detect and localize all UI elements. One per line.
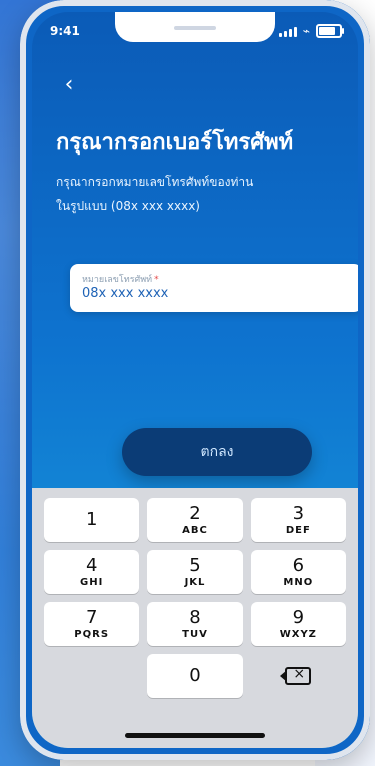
subtitle-line-1: กรุณากรอกหมายเลขโทรศัพท์ของท่าน [56, 175, 254, 189]
key-letters: PQRS [74, 628, 110, 640]
numeric-keyboard: 1 2 ABC 3 DEF 4 GHI 5 JKL 6 MNO 7 PQRS 8… [32, 488, 358, 748]
status-icons: ⌁ [278, 24, 344, 38]
key-empty [44, 654, 139, 698]
signal-icon [278, 25, 297, 37]
phone-number-field[interactable]: หมายเลขโทรศัพท์ * 08x xxx xxxx [70, 264, 358, 312]
key-letters: JKL [184, 576, 206, 588]
confirm-button[interactable]: ตกลง [122, 428, 312, 476]
key-1[interactable]: 1 [44, 498, 140, 542]
backspace-icon [280, 666, 312, 685]
key-number: 0 [189, 665, 201, 686]
battery-icon [316, 24, 344, 38]
page-subtitle: กรุณากรอกหมายเลขโทรศัพท์ของท่าน ในรูปแบบ… [56, 170, 340, 218]
key-letters: WXYZ [279, 628, 317, 640]
key-number: 3 [292, 502, 305, 524]
key-letters: DEF [285, 524, 311, 536]
key-4[interactable]: 4 GHI [44, 550, 140, 594]
status-bar: 9:41 ⌁ [50, 24, 344, 46]
key-letters: MNO [283, 576, 314, 588]
key-3[interactable]: 3 DEF [250, 498, 346, 542]
subtitle-line-2: ในรูปแบบ (08x xxx xxxx) [56, 199, 200, 213]
phone-number-input[interactable] [70, 264, 358, 312]
chevron-left-icon: ‹ [64, 72, 74, 97]
phone-mockup: 9:41 ⌁ ‹ กรุณากรอกเบอร์โทรศัพท์ กรุณากรอ… [20, 0, 370, 760]
key-number: 2 [189, 502, 201, 524]
key-number: 1 [85, 509, 98, 530]
key-number: 8 [189, 606, 201, 628]
key-9[interactable]: 9 WXYZ [250, 602, 346, 646]
wifi-icon: ⌁ [302, 24, 310, 38]
keypad-grid: 1 2 ABC 3 DEF 4 GHI 5 JKL 6 MNO 7 PQRS 8… [44, 498, 346, 698]
page-title: กรุณากรอกเบอร์โทรศัพท์ [56, 130, 294, 155]
battery-level [319, 27, 335, 35]
key-letters: ABC [182, 524, 208, 536]
key-number: 4 [85, 554, 98, 576]
key-letters: TUV [182, 628, 208, 640]
key-number: 5 [189, 554, 201, 576]
key-letters: GHI [80, 576, 104, 588]
key-number: 7 [85, 606, 98, 628]
backspace-key[interactable] [251, 654, 346, 698]
key-8[interactable]: 8 TUV [147, 602, 243, 646]
key-5[interactable]: 5 JKL [147, 550, 243, 594]
key-number: 6 [292, 554, 305, 576]
key-0[interactable]: 0 [147, 654, 243, 698]
status-time: 9:41 [50, 24, 80, 38]
key-6[interactable]: 6 MNO [250, 550, 346, 594]
key-number: 9 [292, 606, 305, 628]
home-indicator [125, 733, 265, 738]
back-button[interactable]: ‹ [56, 72, 82, 98]
key-7[interactable]: 7 PQRS [44, 602, 140, 646]
phone-screen: 9:41 ⌁ ‹ กรุณากรอกเบอร์โทรศัพท์ กรุณากรอ… [32, 12, 358, 748]
key-2[interactable]: 2 ABC [147, 498, 243, 542]
